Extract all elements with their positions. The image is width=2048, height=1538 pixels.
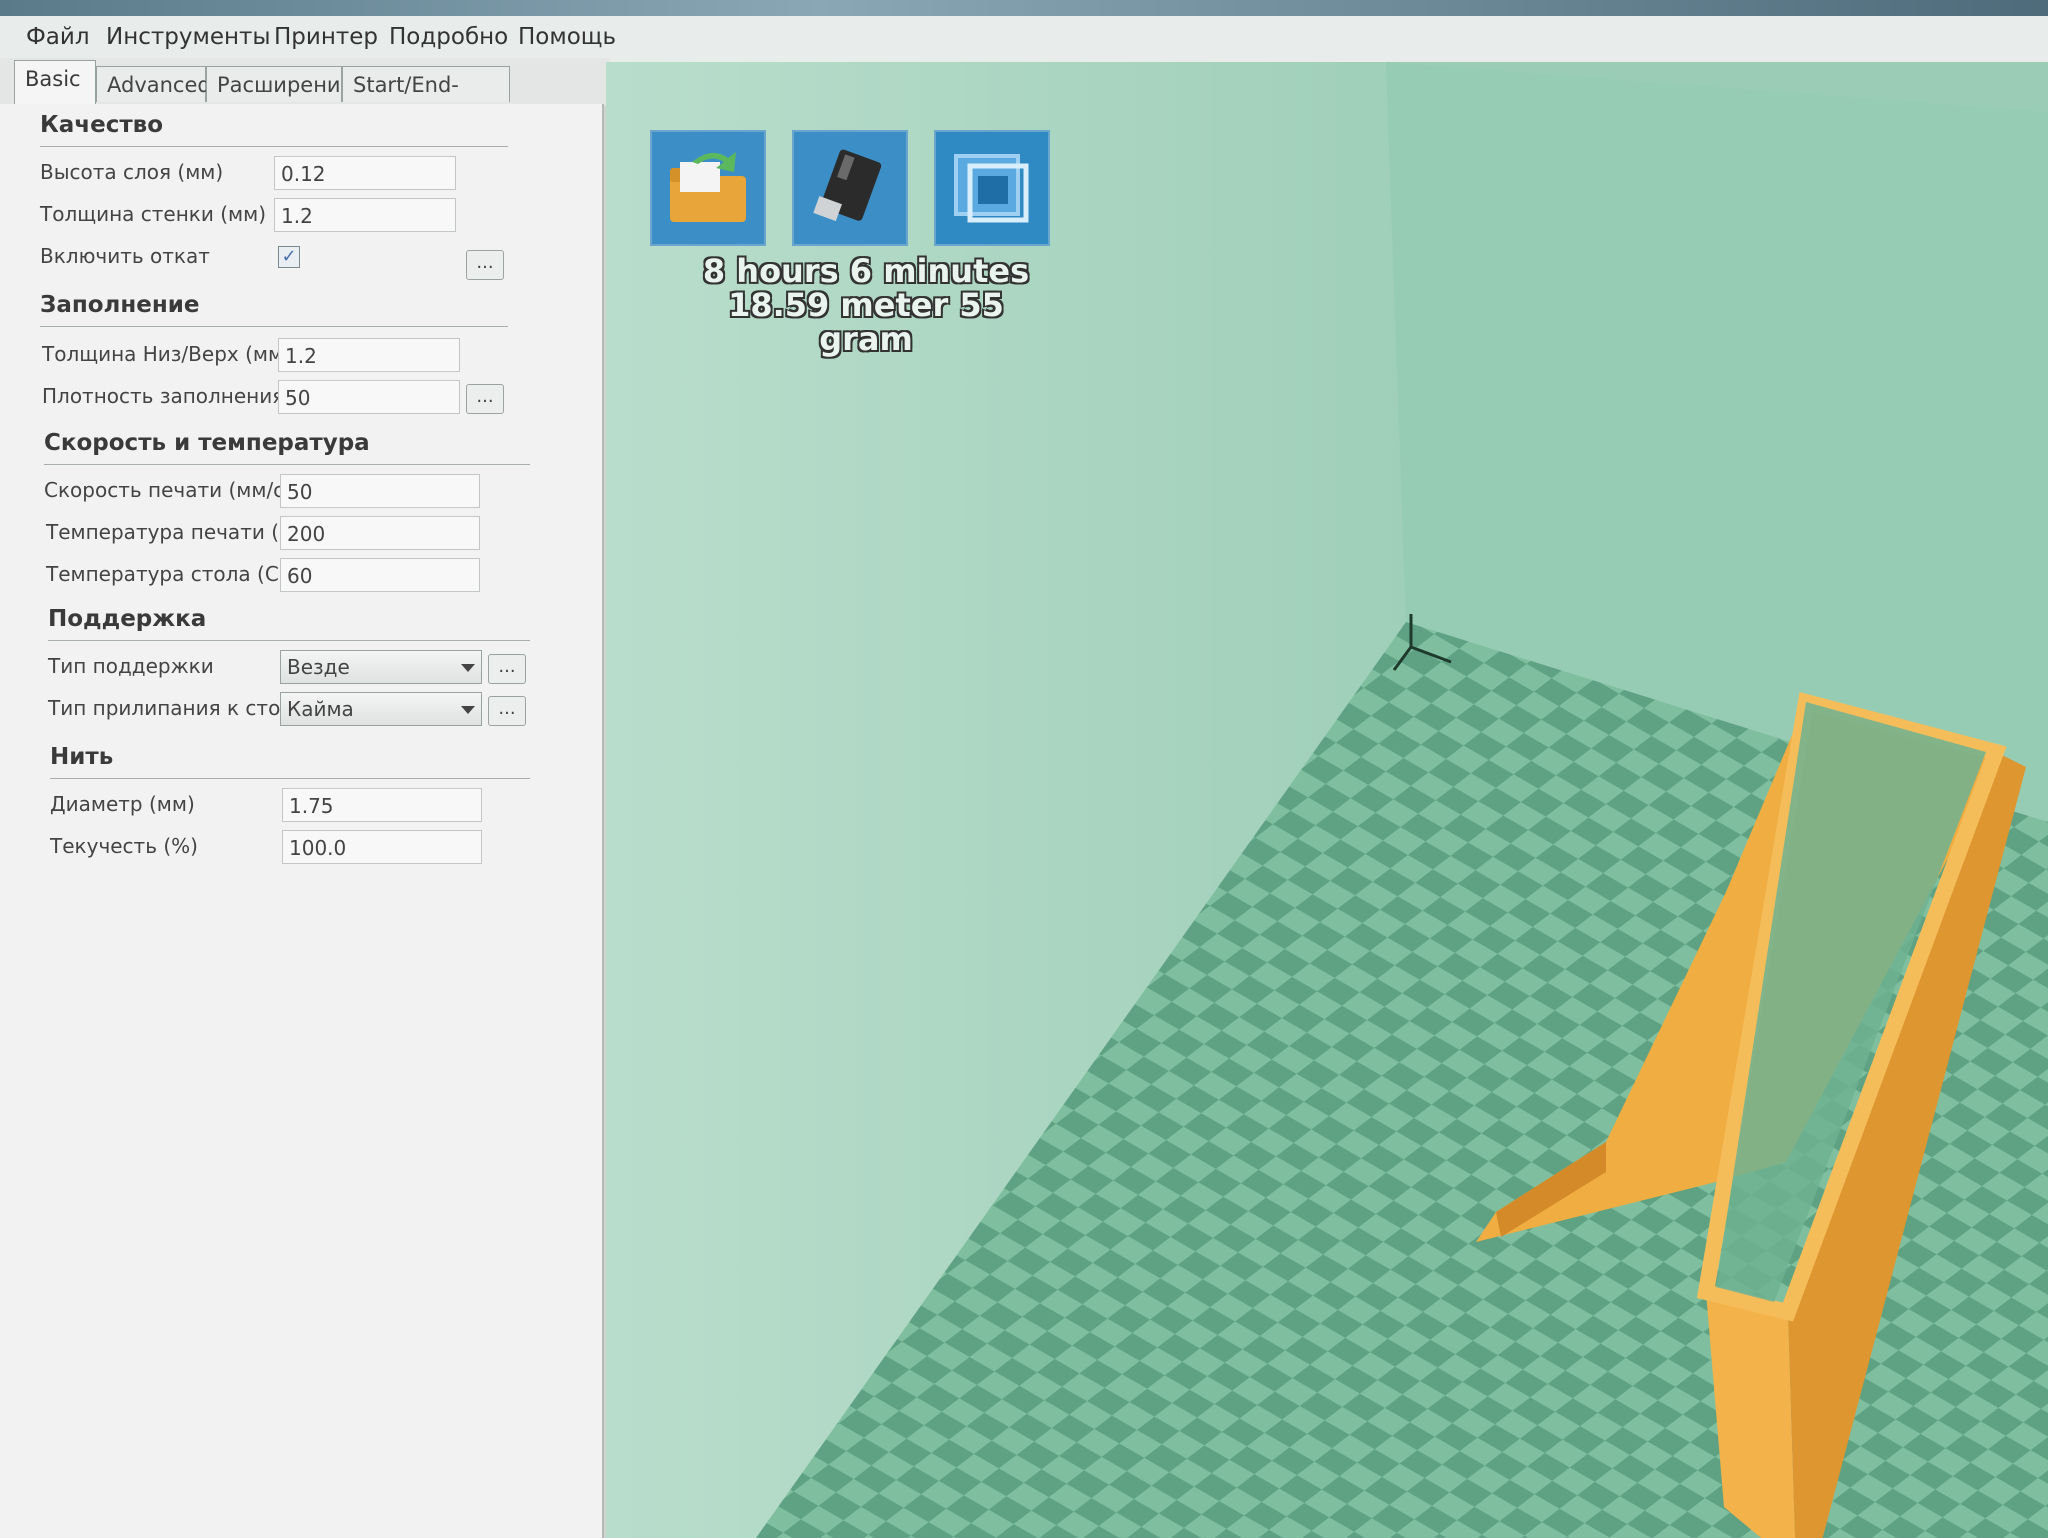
- print-temp-label: Температура печати (C): [46, 520, 301, 544]
- bottom-top-label: Толщина Низ/Верх (мм): [42, 342, 291, 366]
- divider: [44, 464, 530, 465]
- support-settings-button[interactable]: ...: [488, 654, 526, 684]
- section-speed-title: Скорость и температура: [44, 430, 370, 456]
- print-material-text: 18.59 meter 55 gram: [728, 286, 1004, 358]
- flow-label: Текучесть (%): [50, 834, 198, 858]
- support-type-select[interactable]: Везде: [280, 650, 482, 684]
- bed-temp-field[interactable]: 60: [280, 558, 480, 592]
- settings-panel: Качество Высота слоя (мм) 0.12 Толщина с…: [0, 104, 604, 1538]
- usb-drive-icon[interactable]: [792, 130, 908, 246]
- tab-basic[interactable]: Basic: [14, 60, 96, 104]
- diameter-field[interactable]: 1.75: [282, 788, 482, 822]
- flow-field[interactable]: 100.0: [282, 830, 482, 864]
- menu-file[interactable]: Файл: [26, 24, 90, 50]
- tab-advanced[interactable]: Advanced: [96, 66, 211, 102]
- load-folder-icon[interactable]: [650, 130, 766, 246]
- divider: [40, 326, 508, 327]
- menu-tools[interactable]: Инструменты: [106, 24, 271, 50]
- print-speed-field[interactable]: 50: [280, 474, 480, 508]
- section-quality-title: Качество: [40, 112, 164, 138]
- layer-height-field[interactable]: 0.12: [274, 156, 456, 190]
- menu-help[interactable]: Помощь: [518, 24, 616, 50]
- retraction-settings-button[interactable]: ...: [466, 250, 504, 280]
- support-type-label: Тип поддержки: [48, 654, 214, 678]
- adhesion-type-select[interactable]: Кайма: [280, 692, 482, 726]
- bottom-top-field[interactable]: 1.2: [278, 338, 460, 372]
- menu-details[interactable]: Подробно: [389, 24, 508, 50]
- wall-thickness-label: Толщина стенки (мм): [40, 202, 267, 226]
- chevron-down-icon: [461, 664, 475, 672]
- window-titlebar: [0, 0, 2048, 16]
- section-fill-title: Заполнение: [40, 292, 200, 318]
- divider: [50, 778, 530, 779]
- retraction-checkbox[interactable]: ✓: [278, 246, 300, 268]
- tab-start-end-gcode[interactable]: Start/End-GCode: [342, 66, 510, 133]
- print-estimate: 8 hours 6 minutes 18.59 meter 55 gram: [696, 254, 1036, 356]
- print-temp-field[interactable]: 200: [280, 516, 480, 550]
- layer-height-label: Высота слоя (мм): [40, 160, 224, 184]
- print-speed-label: Скорость печати (мм/с): [44, 478, 292, 502]
- adhesion-settings-button[interactable]: ...: [488, 696, 526, 726]
- support-type-value: Везде: [287, 655, 350, 679]
- fill-density-label: Плотность заполнения: [42, 384, 285, 408]
- tab-extensions[interactable]: Расширения: [206, 66, 353, 102]
- divider: [40, 146, 508, 147]
- bed-temp-label: Температура стола (C): [46, 562, 287, 586]
- section-support-title: Поддержка: [48, 606, 207, 632]
- fill-density-field[interactable]: 50: [278, 380, 460, 414]
- settings-tabs: Basic Advanced Расширения Start/End-GCod…: [0, 58, 610, 133]
- wall-thickness-field[interactable]: 1.2: [274, 198, 456, 232]
- divider: [48, 640, 530, 641]
- section-filament-title: Нить: [50, 744, 114, 770]
- menu-printer[interactable]: Принтер: [274, 24, 378, 50]
- chevron-down-icon: [461, 706, 475, 714]
- retraction-label: Включить откат: [40, 244, 210, 268]
- fill-settings-button[interactable]: ...: [466, 384, 504, 414]
- menu-bar: Файл Инструменты Принтер Подробно Помощь: [0, 16, 2048, 63]
- diameter-label: Диаметр (мм): [50, 792, 195, 816]
- adhesion-type-label: Тип прилипания к столу: [48, 696, 305, 720]
- print-time-text: 8 hours 6 minutes: [702, 252, 1030, 290]
- adhesion-type-value: Кайма: [287, 697, 354, 721]
- 3d-viewport[interactable]: 8 hours 6 minutes 18.59 meter 55 gram: [606, 62, 2048, 1538]
- view-mode-icon[interactable]: [934, 130, 1050, 246]
